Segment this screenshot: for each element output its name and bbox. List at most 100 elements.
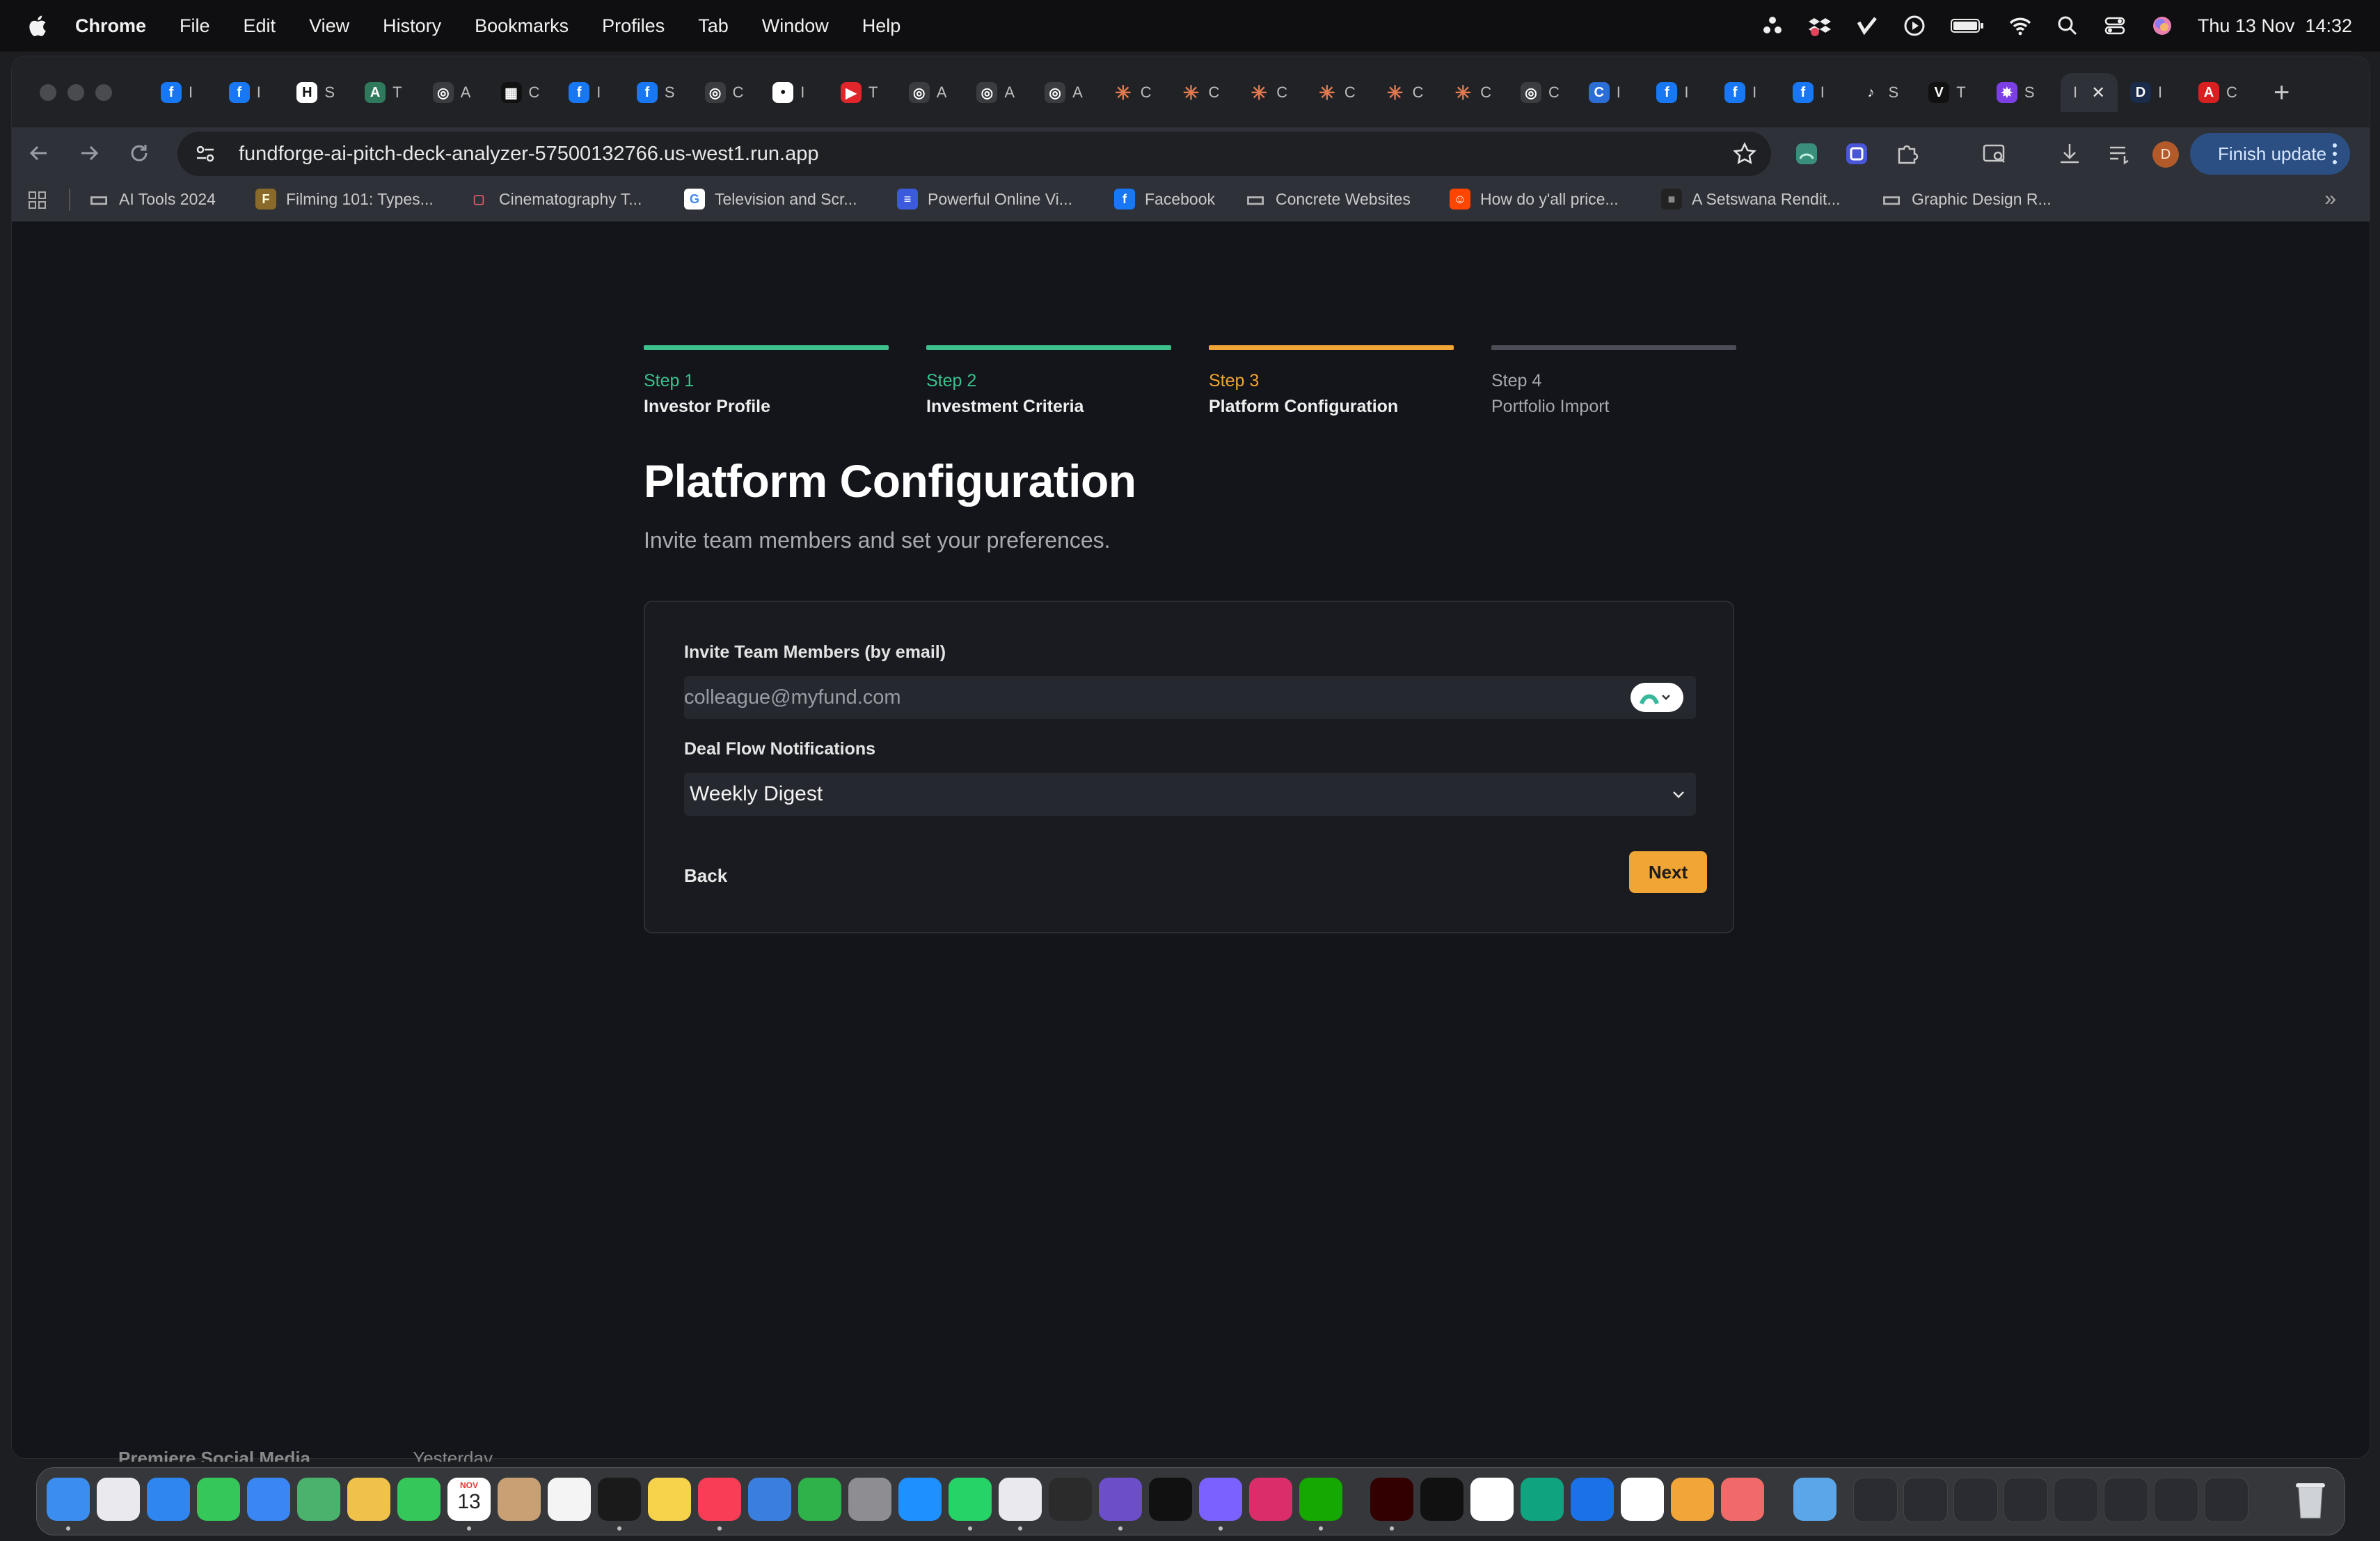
dock-minimized-window[interactable] — [2104, 1478, 2148, 1522]
site-info-icon[interactable] — [193, 141, 218, 166]
bookmark-item[interactable]: ▭ Concrete Websites — [1245, 188, 1411, 211]
battery-icon[interactable] — [1950, 14, 1985, 38]
tab-search-icon[interactable] — [1981, 141, 2008, 167]
browser-tab[interactable]: VT — [1928, 74, 1966, 111]
menu-profiles[interactable]: Profiles — [602, 15, 665, 37]
browser-tab[interactable]: ◎ A — [1045, 74, 1083, 111]
browser-tab[interactable]: fI — [569, 74, 601, 111]
dock-app-illustrator[interactable] — [1370, 1478, 1413, 1521]
browser-tab[interactable]: ✳ C — [1181, 74, 1220, 111]
browser-tab[interactable]: ✵ S — [1996, 74, 2035, 111]
dock-minimized-window[interactable] — [2204, 1478, 2248, 1522]
browser-tab[interactable]: ✳ C — [1385, 74, 1424, 111]
siri-icon[interactable] — [2150, 14, 2174, 38]
more-bookmarks-chevron-icon[interactable]: » — [2324, 187, 2336, 211]
menu-file[interactable]: File — [180, 15, 210, 37]
browser-tab[interactable]: ✳ C — [1452, 74, 1492, 111]
menu-tab[interactable]: Tab — [698, 15, 729, 37]
extensions-puzzle-icon[interactable] — [1894, 141, 1920, 167]
bookmark-item[interactable]: ▭ Graphic Design R... — [1881, 188, 2052, 211]
browser-tab[interactable]: ◎ A — [908, 74, 946, 111]
dock-app-asana[interactable] — [1721, 1478, 1764, 1521]
browser-tab[interactable]: ✳ C — [1248, 74, 1287, 111]
dock-app-mail[interactable] — [247, 1478, 290, 1521]
bookmark-item[interactable]: G Television and Scr... — [684, 189, 857, 210]
menu-help[interactable]: Help — [862, 15, 901, 37]
dock-app-upwork[interactable] — [1299, 1478, 1342, 1521]
bookmark-item[interactable]: ≡ Powerful Online Vi... — [897, 189, 1072, 210]
extension-green-icon[interactable] — [1793, 141, 1820, 167]
dock-app-photos[interactable] — [347, 1478, 390, 1521]
reading-list-icon[interactable] — [2107, 141, 2133, 167]
back-button[interactable]: Back — [684, 865, 727, 887]
bookmark-item[interactable]: f Facebook — [1114, 189, 1215, 210]
dock-app-github[interactable] — [1099, 1478, 1142, 1521]
password-manager-pill[interactable] — [1631, 683, 1683, 712]
dock-app-calendar[interactable]: NOV 13 — [447, 1478, 491, 1521]
dock-app-creative-cloud[interactable] — [1249, 1478, 1292, 1521]
browser-tab[interactable]: ▶ T — [841, 74, 878, 111]
profile-avatar[interactable]: D — [2152, 141, 2179, 168]
new-tab-button[interactable]: + — [2274, 79, 2290, 106]
finish-update-button[interactable]: Finish update — [2190, 133, 2350, 175]
bookmark-item[interactable]: ▢ Cinematography T... — [468, 189, 642, 210]
control-center-icon[interactable] — [2103, 14, 2127, 38]
bookmark-item[interactable]: F Filming 101: Types... — [255, 189, 434, 210]
browser-tab[interactable]: AC — [2198, 74, 2237, 111]
menu-view[interactable]: View — [309, 15, 349, 37]
bookmark-star-icon[interactable] — [1732, 141, 1757, 166]
dock-minimized-window[interactable] — [2154, 1478, 2198, 1522]
dock-app-capcut[interactable] — [1149, 1478, 1192, 1521]
dock-app-chrome[interactable] — [1621, 1478, 1664, 1521]
browser-tab[interactable]: ▦ C — [500, 74, 539, 111]
dock-app-whatsapp[interactable] — [949, 1478, 992, 1521]
dock-app-maps[interactable] — [297, 1478, 340, 1521]
apps-grid-icon[interactable] — [27, 190, 48, 211]
browser-tab[interactable]: ♪ S — [1861, 74, 1899, 111]
more-menu-icon[interactable] — [2332, 141, 2338, 166]
browser-tab[interactable]: fI — [161, 74, 193, 111]
dock-app-messages[interactable] — [197, 1478, 240, 1521]
dock-app-contacts[interactable] — [498, 1478, 541, 1521]
menu-edit[interactable]: Edit — [244, 15, 276, 37]
browser-tab[interactable]: ◎ C — [1521, 74, 1560, 111]
forward-arrow-icon[interactable] — [76, 140, 102, 166]
dock-minimized-window[interactable] — [2054, 1478, 2098, 1522]
browser-tab[interactable]: fI — [1724, 74, 1756, 111]
dock-app-launchpad[interactable] — [97, 1478, 140, 1521]
dock-app-keynote[interactable] — [748, 1478, 791, 1521]
dock-app-affinity[interactable] — [1571, 1478, 1614, 1521]
reload-icon[interactable] — [126, 140, 152, 166]
zoom-window-button[interactable] — [95, 84, 112, 101]
dock-trash-icon[interactable] — [2289, 1478, 2332, 1521]
dock-app-settings[interactable] — [848, 1478, 891, 1521]
browser-tab[interactable]: ◎ C — [704, 74, 743, 111]
back-arrow-icon[interactable] — [26, 140, 52, 166]
dock-app-reminders[interactable] — [548, 1478, 591, 1521]
browser-tab[interactable]: ◎ A — [432, 74, 470, 111]
browser-tab[interactable]: fI — [228, 74, 261, 111]
browser-tab[interactable]: CI — [1588, 74, 1621, 111]
menu-chrome[interactable]: Chrome — [75, 15, 146, 37]
dock-app-ghost[interactable] — [1199, 1478, 1242, 1521]
vpn-shield-icon[interactable] — [1855, 14, 1879, 38]
dock-downloads-folder[interactable] — [1793, 1478, 1836, 1521]
sharing-icon[interactable] — [1761, 14, 1784, 38]
browser-tab[interactable]: fI — [1792, 74, 1825, 111]
dock-app-finder[interactable] — [47, 1478, 90, 1521]
dock-app-terminal[interactable] — [1049, 1478, 1092, 1521]
address-bar[interactable]: fundforge-ai-pitch-deck-analyzer-5750013… — [177, 132, 1771, 176]
dock-app-safari[interactable] — [147, 1478, 190, 1521]
menu-window[interactable]: Window — [762, 15, 829, 37]
dock-app-numbers[interactable] — [798, 1478, 841, 1521]
apple-logo-icon[interactable] — [26, 14, 47, 38]
bookmark-item[interactable]: ☺ How do y'all price... — [1450, 189, 1619, 210]
close-tab-icon[interactable]: ✕ — [2091, 83, 2105, 103]
browser-tab[interactable]: ✳ C — [1113, 74, 1152, 111]
dock-app-vpn[interactable] — [1470, 1478, 1514, 1521]
dock-app-notes[interactable] — [648, 1478, 691, 1521]
dropbox-icon[interactable] — [1808, 14, 1832, 38]
browser-tab[interactable]: ✳ C — [1317, 74, 1356, 111]
dock-app-facetime[interactable] — [397, 1478, 441, 1521]
menu-history[interactable]: History — [383, 15, 441, 37]
